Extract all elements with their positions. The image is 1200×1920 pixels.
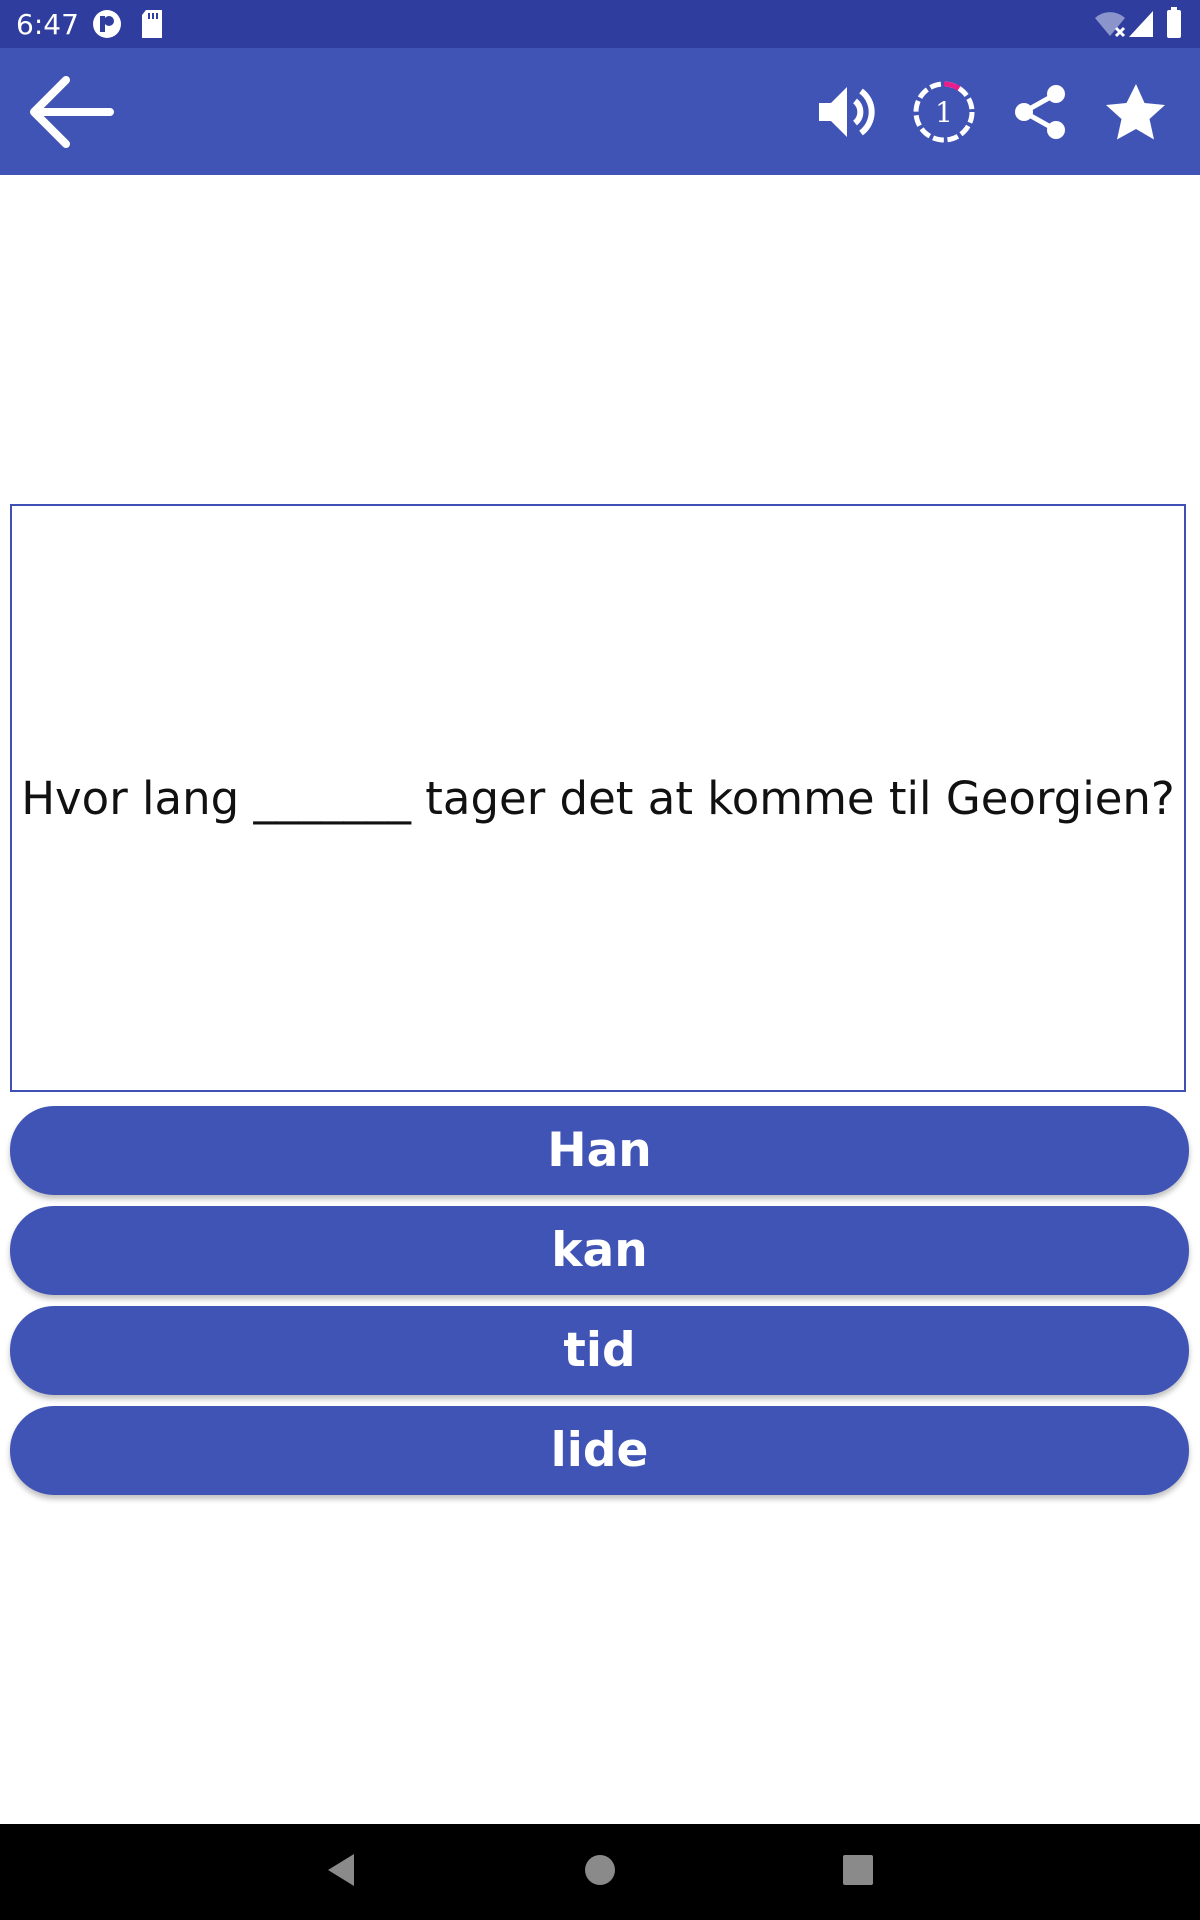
question-card: Hvor lang _______ tager det at komme til… (10, 504, 1186, 1092)
nav-recents-button[interactable] (836, 1848, 880, 1892)
back-button[interactable] (20, 62, 120, 162)
home-nav-icon (585, 1855, 615, 1885)
answer-button-1[interactable]: Han (10, 1106, 1189, 1195)
answer-button-4[interactable]: lide (10, 1406, 1189, 1495)
system-navigation-bar (0, 1824, 1200, 1920)
battery-icon (1166, 7, 1182, 44)
status-bar: 6:47 (0, 0, 1200, 48)
arrow-left-icon (30, 76, 114, 148)
nav-home-button[interactable] (578, 1848, 622, 1892)
timer-progress-arc (943, 81, 961, 91)
star-icon (1106, 84, 1165, 140)
favorite-button[interactable] (1098, 74, 1174, 150)
answer-button-3[interactable]: tid (10, 1306, 1189, 1395)
volume-icon (819, 87, 875, 137)
timer-icon: 1 (913, 81, 975, 143)
notification-app-icon (92, 9, 122, 44)
volume-button[interactable] (810, 74, 886, 150)
sd-card-icon (140, 9, 164, 44)
nav-back-button[interactable] (320, 1848, 364, 1892)
answer-button-2[interactable]: kan (10, 1206, 1189, 1295)
share-icon (1015, 85, 1065, 139)
wifi-off-icon (1094, 10, 1126, 43)
signal-icon (1128, 10, 1154, 43)
share-button[interactable] (1002, 74, 1078, 150)
timer-value: 1 (935, 96, 953, 129)
app-toolbar: 1 (0, 48, 1200, 175)
status-time: 6:47 (16, 8, 79, 41)
question-text: Hvor lang _______ tager det at komme til… (21, 771, 1175, 825)
recents-nav-icon (843, 1855, 873, 1885)
timer-button[interactable]: 1 (906, 74, 982, 150)
back-nav-icon (328, 1854, 354, 1886)
